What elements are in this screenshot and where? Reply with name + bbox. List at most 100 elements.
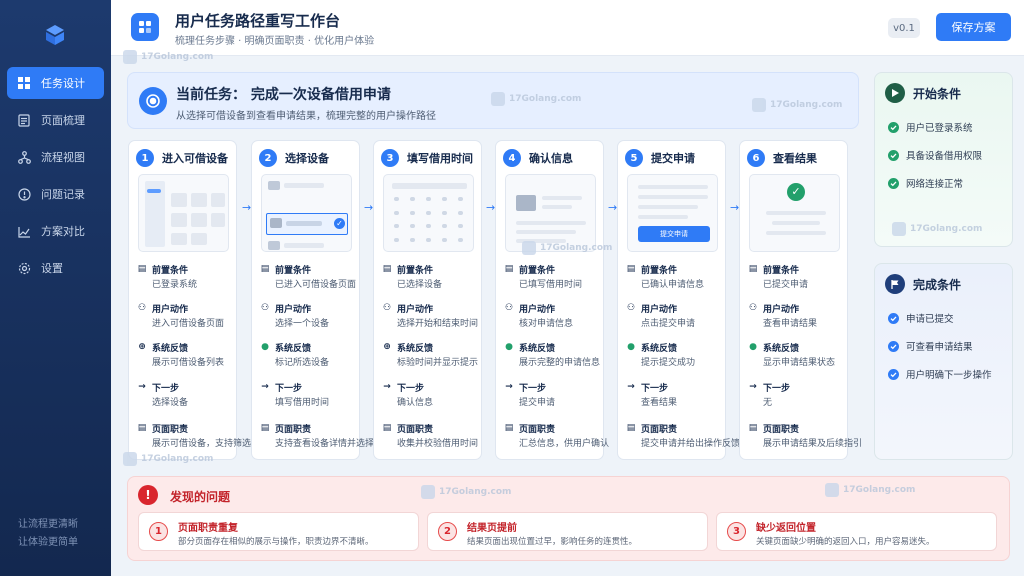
step-number: 4 xyxy=(503,149,521,167)
next-value: 无 xyxy=(763,398,773,408)
document-icon: ▤ xyxy=(382,264,392,274)
next-label: 下一步 xyxy=(397,383,425,394)
step-number: 2 xyxy=(259,149,277,167)
feedback-value: 展示可借设备列表 xyxy=(152,358,225,368)
duty-label: 页面职责 xyxy=(641,424,678,435)
problem-card-1[interactable]: 1 页面职责重复 部分页面存在相似的展示与操作，职责边界不清晰。 xyxy=(138,512,419,551)
sidebar-item-label: 任务设计 xyxy=(41,77,85,90)
page-subtitle: 梳理任务步骤 · 明确页面职责 · 优化用户体验 xyxy=(175,36,375,47)
feedback-value: 标验时间并显示提示 xyxy=(397,358,479,368)
task-title: 当前任务： 完成一次设备借用申请 xyxy=(176,87,391,103)
problem-desc: 部分页面存在相似的展示与操作，职责边界不清晰。 xyxy=(178,537,374,547)
check-circle-icon xyxy=(888,312,899,324)
watermark: 17Golang.com xyxy=(421,485,511,499)
sidebar-item-label: 流程视图 xyxy=(41,151,85,164)
cube-logo-icon xyxy=(46,25,64,45)
sidebar-item-settings[interactable]: 设置 xyxy=(7,252,104,284)
document-icon: ▤ xyxy=(748,264,758,274)
action-label: 用户动作 xyxy=(641,304,678,315)
duty-label: 页面职责 xyxy=(275,424,312,435)
arrow-right-icon: → xyxy=(261,382,269,392)
user-icon: ⚇ xyxy=(504,303,514,313)
sidebar-item-page-review[interactable]: 页面梳理 xyxy=(7,104,104,136)
save-button[interactable]: 保存方案 xyxy=(936,13,1011,41)
document-icon: ▤ xyxy=(137,264,147,274)
sidebar-item-issue-log[interactable]: 问题记录 xyxy=(7,178,104,210)
sidebar-item-plan-compare[interactable]: 方案对比 xyxy=(7,215,104,247)
step-card-6[interactable]: 6 查看结果 ✓ ▤ 前置条件 已提交申请 ⚇ 用户动作 查看申请结果 ● 系统反馈 显示申请… xyxy=(739,140,862,460)
precondition-block: ▤ 前置条件已确认申请信息 xyxy=(626,263,726,290)
done-condition-text: 用户明确下一步操作 xyxy=(906,370,992,381)
workbench-icon xyxy=(131,13,159,41)
feedback-block: ⊕ 系统反馈 标验时间并显示提示 xyxy=(382,341,482,368)
step-card-3[interactable]: 3 填写借用时间 ▤ 前置条件 已选择设备 ⚇ 用户动作 选择开始和结束时间 ⊕ 系统反馈标… xyxy=(373,140,482,460)
feedback-value: 标记所选设备 xyxy=(275,358,330,368)
done-conditions-title: 完成条件 xyxy=(913,278,962,292)
check-circle-icon: ● xyxy=(261,342,269,352)
page-title: 用户任务路径重写工作台 xyxy=(175,12,341,30)
precondition-value: 已确认申请信息 xyxy=(641,280,705,290)
precondition-block: ▤ 前置条件 已选择设备 xyxy=(382,263,482,290)
document-icon: ▤ xyxy=(626,264,636,274)
header: 用户任务路径重写工作台 梳理任务步骤 · 明确页面职责 · 优化用户体验 v0.… xyxy=(111,0,1024,56)
problem-card-2[interactable]: 2 结果页提前 结果页面出现位置过早，影响任务的连贯性。 xyxy=(427,512,708,551)
next-block: → 下一步 提交申请 xyxy=(504,381,604,408)
check-circle-icon xyxy=(888,177,899,189)
precondition-label: 前置条件 xyxy=(763,265,800,276)
feedback-block: ● 系统反馈 提示提交成功 xyxy=(626,341,726,368)
feedback-block: ⊕ 系统反馈展示可借设备列表 xyxy=(137,341,237,368)
feedback-label: 系统反馈 xyxy=(152,343,189,354)
document-icon: ▤ xyxy=(260,264,270,274)
next-label: 下一步 xyxy=(641,383,669,394)
step-title: 确认信息 xyxy=(529,152,573,165)
step-card-5[interactable]: 5 提交申请 提交申请 ▤ 前置条件 已确认申请信息 ⚇ 用户动作 点击提交申请 ● 系统反… xyxy=(617,140,740,460)
sidebar-item-task-design[interactable]: 任务设计 xyxy=(7,67,104,99)
sidebar-item-flow-view[interactable]: 流程视图 xyxy=(7,141,104,173)
done-condition-item: 申请已提交 xyxy=(888,311,954,325)
device-list-thumbnail xyxy=(138,174,229,252)
start-condition-text: 具备设备借用权限 xyxy=(906,151,983,162)
feedback-block: ● 系统反馈 展示完整的申请信息 xyxy=(504,341,604,368)
arrow-right-icon: → xyxy=(138,382,146,392)
start-condition-item: 网络连接正常 xyxy=(888,176,963,190)
action-value: 查看申请结果 xyxy=(763,319,818,329)
step-title: 填写借用时间 xyxy=(407,152,473,165)
duty-value: 汇总信息，供用户确认 xyxy=(519,439,610,449)
problem-card-3[interactable]: 3 缺少返回位置 关键页面缺少明确的返回入口，用户容易迷失。 xyxy=(716,512,997,551)
feedback-value: 展示完整的申请信息 xyxy=(519,358,601,368)
next-value: 填写借用时间 xyxy=(275,398,330,408)
duty-value: 展示可借设备，支持筛选 xyxy=(152,439,252,449)
step-header: 4 确认信息 xyxy=(503,149,573,167)
feedback-label: 系统反馈 xyxy=(275,343,312,354)
document-icon: ▤ xyxy=(260,423,270,433)
play-icon xyxy=(885,83,905,103)
done-conditions-panel: 完成条件 申请已提交 可查看申请结果 用户明确下一步操作 xyxy=(874,263,1013,460)
duty-block: ▤ 页面职责 汇总信息，供用户确认 xyxy=(504,422,610,449)
problem-title: 结果页提前 xyxy=(467,523,517,534)
precondition-label: 前置条件 xyxy=(519,265,556,276)
next-block: → 下一步 查看结果 xyxy=(626,381,726,408)
action-value: 核对申请信息 xyxy=(519,319,574,329)
watermark: 17Golang.com xyxy=(522,241,612,255)
action-label: 用户动作 xyxy=(763,304,800,315)
problem-number: 3 xyxy=(727,522,746,541)
plus-circle-icon: ⊕ xyxy=(138,342,146,352)
step-card-1[interactable]: 1 进入可借设备 ▤ 前置条件 已登录系统 ⚇ 用户动作 进入可借设备页面 ⊕ 系统反馈 展示… xyxy=(128,140,252,460)
precondition-block: ▤ 前置条件 已登录系统 xyxy=(137,263,237,290)
next-label: 下一步 xyxy=(519,383,547,394)
duty-block: ▤ 页面职责 提交申请并给出操作反馈 xyxy=(626,422,740,449)
duty-block: ▤ 页面职责 展示可借设备，支持筛选 xyxy=(137,422,252,449)
precondition-block: ▤ 前置条件 已提交申请 xyxy=(748,263,848,290)
precondition-label: 前置条件 xyxy=(641,265,678,276)
next-value: 提交申请 xyxy=(519,398,556,408)
gear-icon xyxy=(17,261,31,275)
document-icon: ▤ xyxy=(382,423,392,433)
watermark: 17Golang.com xyxy=(825,483,915,497)
precondition-label: 前置条件 xyxy=(397,265,434,276)
compare-icon xyxy=(17,224,31,238)
step-card-2[interactable]: 2 选择设备 ✓ ▤ 前置条件 已进入可借设备页面 ⚇ 用户动作 选择一个设备 ● 系统反馈… xyxy=(251,140,374,460)
step-card-4[interactable]: 4 确认信息 ▤ 前置条件 已填写借用时间 ⚇ 用户动作 核对申请信息 ● 系统反馈 展示完整… xyxy=(495,140,610,460)
user-icon: ⚇ xyxy=(260,303,270,313)
alert-icon xyxy=(17,187,31,201)
check-circle-icon xyxy=(888,368,899,380)
